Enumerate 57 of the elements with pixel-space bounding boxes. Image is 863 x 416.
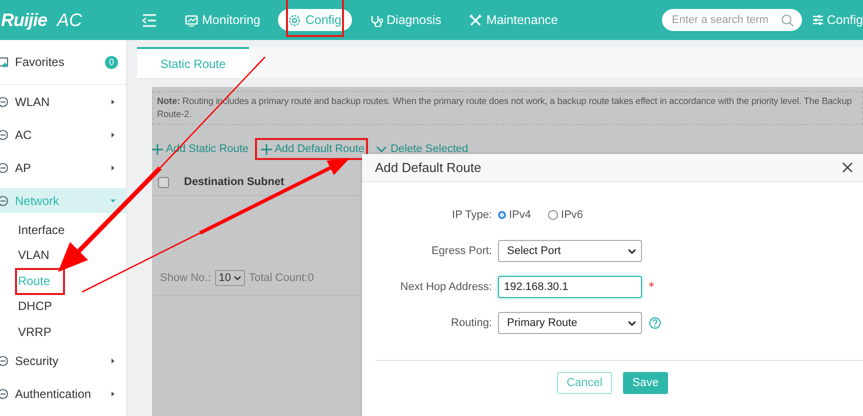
- radio-option[interactable]: IPv4: [498, 209, 532, 221]
- submenu-item[interactable]: DHCP: [18, 299, 52, 314]
- menu-item-icon: [0, 128, 9, 140]
- menu-icon: [142, 14, 157, 26]
- menu-item-icon: [0, 194, 9, 206]
- caret-icon: [110, 132, 116, 138]
- checkbox[interactable]: [158, 176, 169, 188]
- total-count: Total Count:0: [249, 272, 314, 284]
- sliders-icon: [812, 14, 824, 26]
- field-label: Routing:: [450, 317, 493, 329]
- sidebar-item[interactable]: Security: [0, 344, 126, 378]
- sidebar-item[interactable]: AP: [0, 151, 126, 184]
- chevron-icon: [234, 276, 241, 280]
- chevron-icon: [628, 320, 636, 326]
- page-size-label: Show No.:: [160, 272, 211, 284]
- plus-icon: [260, 144, 272, 154]
- plus-icon: [152, 144, 163, 154]
- submenu-item[interactable]: VRRP: [18, 324, 52, 339]
- close-icon: [842, 162, 853, 173]
- settings-icon: [288, 14, 302, 26]
- stethoscope-icon: [370, 14, 383, 26]
- menu-item-icon: [0, 355, 9, 367]
- product-name: AC: [57, 10, 82, 30]
- search-icon: [780, 14, 794, 27]
- caret-icon: [110, 164, 116, 170]
- caret-icon: [110, 198, 116, 204]
- chevron-icon: [376, 144, 388, 154]
- sidebar-item[interactable]: WLAN: [0, 85, 126, 118]
- radio-option[interactable]: IPv6: [548, 209, 584, 221]
- caret-icon: [110, 98, 116, 104]
- menu-item-icon: [0, 162, 9, 174]
- caret-icon: [110, 391, 116, 397]
- count-badge: 0: [105, 56, 118, 68]
- field-label: Next Hop Address:: [399, 281, 493, 293]
- caret-icon: [110, 358, 116, 364]
- search-field[interactable]: Enter a search term: [662, 9, 802, 31]
- star-folder-icon: [0, 56, 9, 68]
- field-label: Egress Port:: [430, 245, 493, 257]
- submenu-item[interactable]: Interface: [18, 222, 65, 237]
- chevron-icon: [628, 248, 636, 254]
- column-header: Destination Subnet: [184, 176, 284, 188]
- menu-item-icon: [0, 96, 9, 108]
- tools-icon: [469, 14, 482, 26]
- sidebar-item[interactable]: AC: [0, 118, 126, 151]
- dialog-title: Add Default Route: [375, 160, 482, 175]
- sidebar-item[interactable]: Authentication: [0, 378, 126, 410]
- select-field[interactable]: Select Port: [498, 240, 642, 262]
- input-field[interactable]: 192.168.30.1: [498, 276, 642, 298]
- brand-logo: Ruijie: [1, 10, 48, 30]
- submenu-item[interactable]: VLAN: [18, 248, 50, 262]
- menu-item-icon: [0, 388, 9, 400]
- page-size-select[interactable]: 10: [214, 270, 245, 286]
- field-label: IP Type:: [451, 209, 493, 221]
- select-field[interactable]: Primary Route: [498, 312, 642, 334]
- favorites-item[interactable]: Favorites 0: [0, 40, 126, 85]
- monitor-icon: [185, 14, 198, 26]
- note-text: Route-2.: [157, 108, 192, 121]
